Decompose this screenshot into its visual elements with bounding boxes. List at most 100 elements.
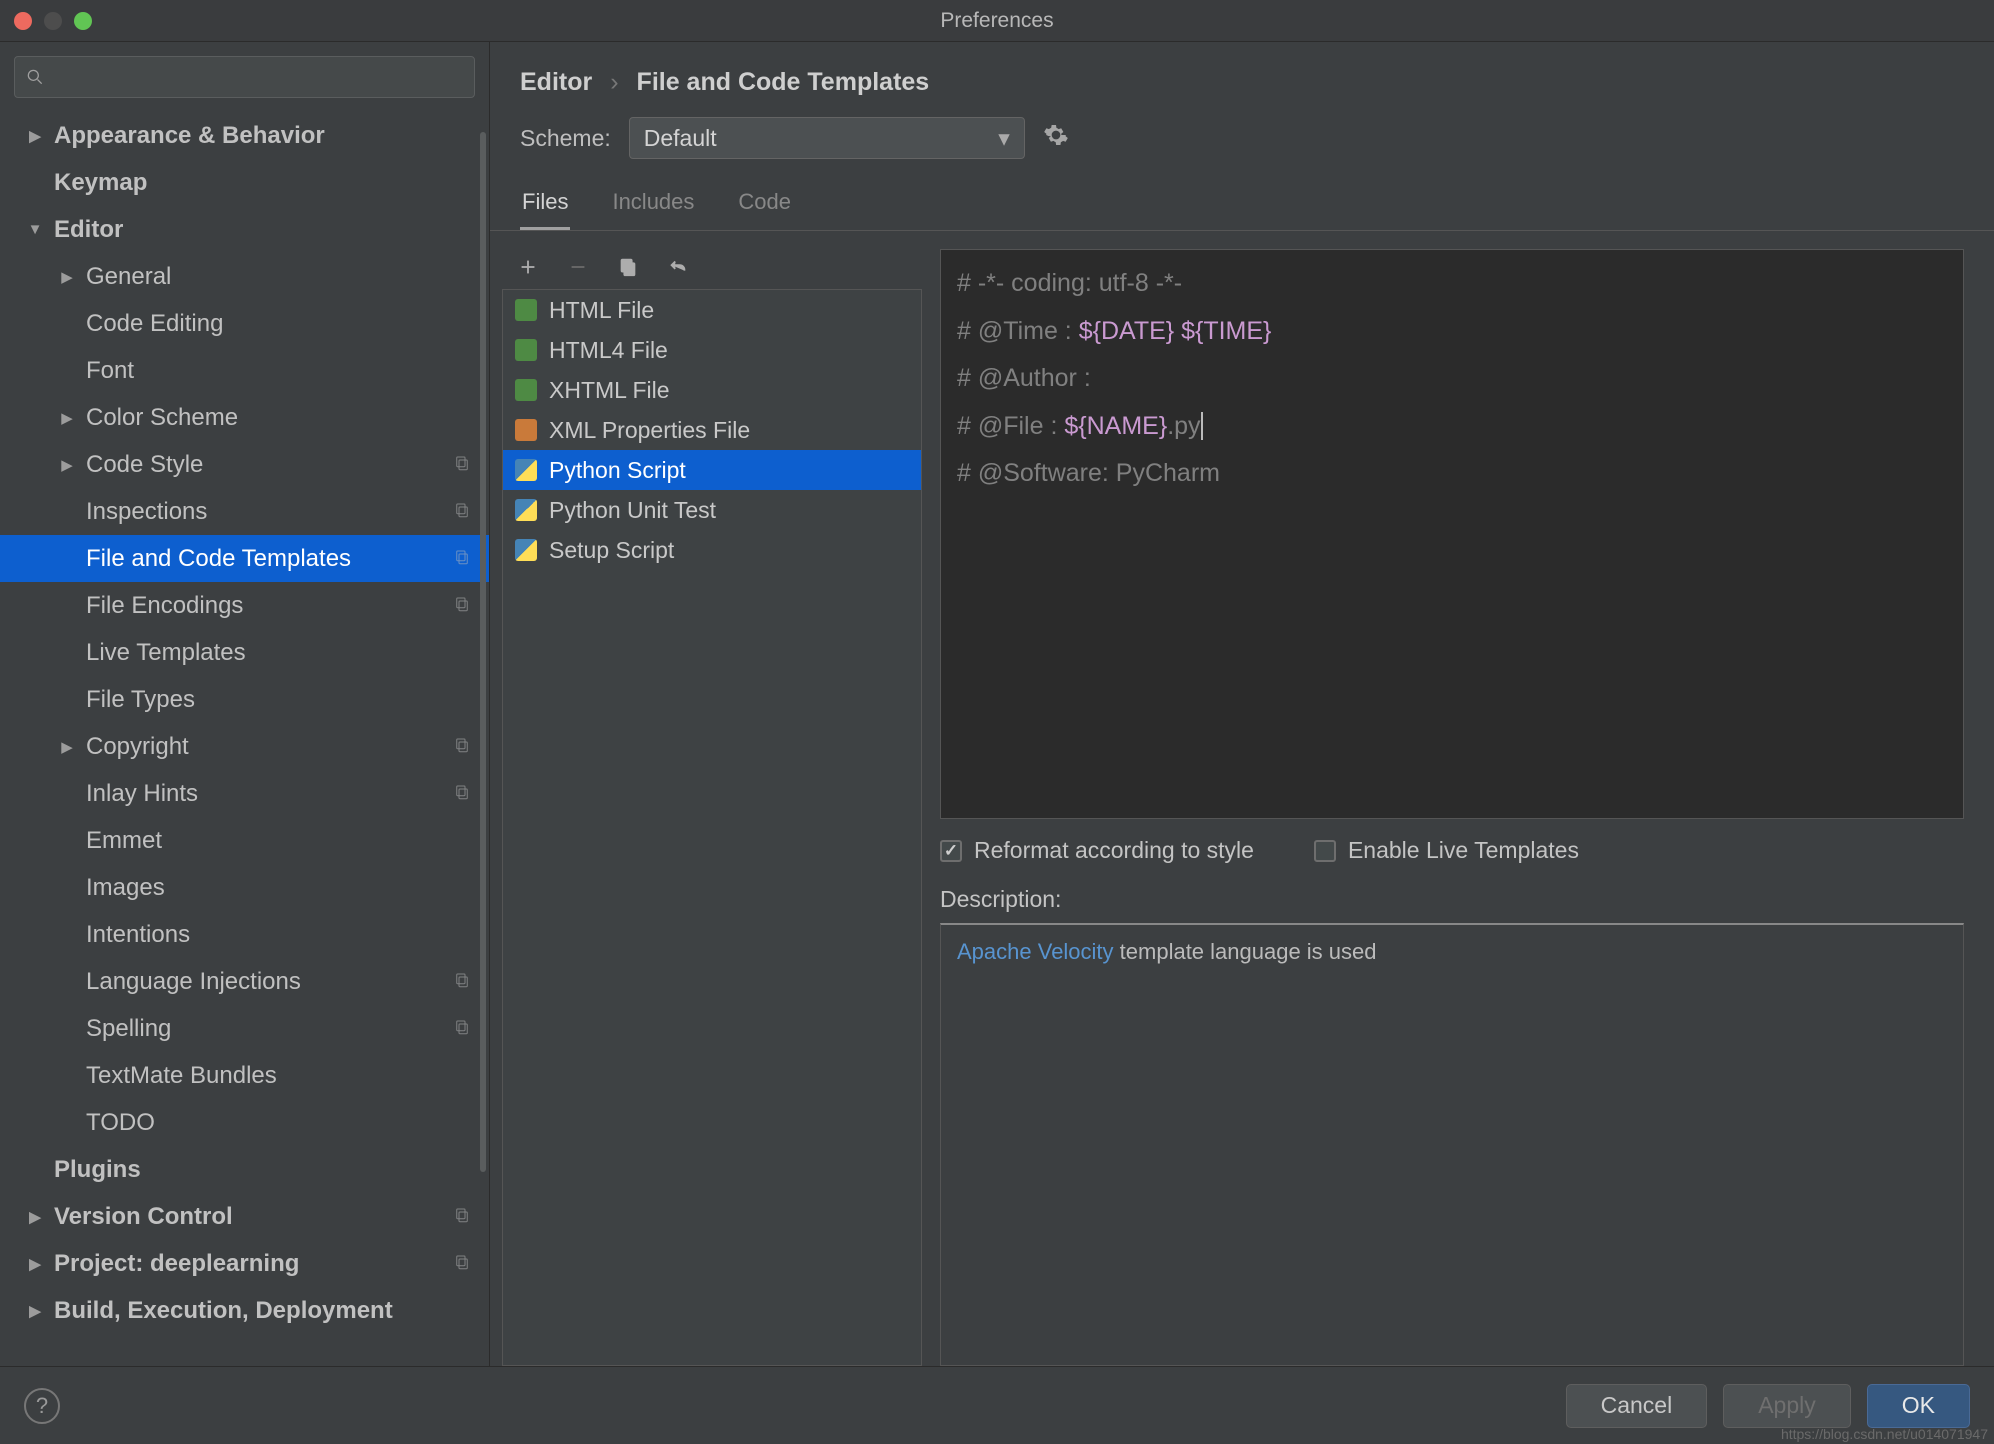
breadcrumb-root[interactable]: Editor xyxy=(520,68,592,97)
template-item-xml-properties-file[interactable]: XML Properties File xyxy=(503,410,921,450)
search-input[interactable] xyxy=(14,56,475,98)
template-editor[interactable]: # -*- coding: utf-8 -*-# @Time : ${DATE}… xyxy=(940,249,1964,819)
live-templates-checkbox[interactable]: Enable Live Templates xyxy=(1314,837,1579,864)
sidebar-item-file-types[interactable]: File Types xyxy=(0,676,489,723)
template-item-label: Python Unit Test xyxy=(549,497,716,524)
sidebar-item-version-control[interactable]: ▶Version Control xyxy=(0,1193,489,1240)
editor-line: # @File : ${NAME}.py xyxy=(957,403,1947,451)
remove-icon[interactable] xyxy=(566,255,590,279)
sidebar-item-language-injections[interactable]: Language Injections xyxy=(0,958,489,1005)
scope-icon xyxy=(453,545,471,573)
sidebar-item-textmate-bundles[interactable]: TextMate Bundles xyxy=(0,1052,489,1099)
sidebar-item-label: Plugins xyxy=(54,1156,141,1184)
tab-files[interactable]: Files xyxy=(520,189,570,230)
template-item-html-file[interactable]: HTML File xyxy=(503,290,921,330)
tab-includes[interactable]: Includes xyxy=(610,189,696,230)
sidebar-item-label: Spelling xyxy=(86,1015,171,1043)
reformat-checkbox[interactable]: Reformat according to style xyxy=(940,837,1254,864)
sidebar-item-intentions[interactable]: Intentions xyxy=(0,911,489,958)
scope-icon xyxy=(453,1250,471,1278)
scope-icon xyxy=(453,968,471,996)
sidebar-item-plugins[interactable]: Plugins xyxy=(0,1146,489,1193)
settings-tree[interactable]: ▶Appearance & BehaviorKeymap▼Editor▶Gene… xyxy=(0,112,489,1366)
sidebar-item-file-encodings[interactable]: File Encodings xyxy=(0,582,489,629)
cancel-button[interactable]: Cancel xyxy=(1566,1384,1708,1428)
sidebar-item-label: Appearance & Behavior xyxy=(54,122,325,150)
scope-icon xyxy=(453,1203,471,1231)
sidebar-item-code-style[interactable]: ▶Code Style xyxy=(0,441,489,488)
template-item-label: Python Script xyxy=(549,457,686,484)
template-item-setup-script[interactable]: Setup Script xyxy=(503,530,921,570)
sidebar-item-inspections[interactable]: Inspections xyxy=(0,488,489,535)
sidebar-item-label: Code Editing xyxy=(86,310,223,338)
live-templates-label: Enable Live Templates xyxy=(1348,837,1579,864)
chevron-right-icon: ▶ xyxy=(26,1208,44,1226)
description-box: Apache Velocity template language is use… xyxy=(940,923,1964,1366)
main-panel: Editor › File and Code Templates Scheme:… xyxy=(490,42,1994,1366)
py-file-icon xyxy=(515,459,537,481)
scheme-value: Default xyxy=(644,125,717,152)
copy-icon[interactable] xyxy=(616,255,640,279)
titlebar: Preferences xyxy=(0,0,1994,42)
sidebar-item-project-deeplearning[interactable]: ▶Project: deeplearning xyxy=(0,1240,489,1287)
template-item-python-unit-test[interactable]: Python Unit Test xyxy=(503,490,921,530)
template-item-html4-file[interactable]: HTML4 File xyxy=(503,330,921,370)
sidebar-item-label: Live Templates xyxy=(86,639,246,667)
html-file-icon xyxy=(515,379,537,401)
scheme-label: Scheme: xyxy=(520,125,611,152)
sidebar-item-images[interactable]: Images xyxy=(0,864,489,911)
sidebar-item-copyright[interactable]: ▶Copyright xyxy=(0,723,489,770)
sidebar-item-spelling[interactable]: Spelling xyxy=(0,1005,489,1052)
sidebar-item-label: Editor xyxy=(54,216,123,244)
sidebar-item-label: Inspections xyxy=(86,498,207,526)
sidebar-item-keymap[interactable]: Keymap xyxy=(0,159,489,206)
help-icon[interactable]: ? xyxy=(24,1388,60,1424)
sidebar-item-build-execution-deployment[interactable]: ▶Build, Execution, Deployment xyxy=(0,1287,489,1334)
template-item-label: Setup Script xyxy=(549,537,674,564)
html-file-icon xyxy=(515,299,537,321)
chevron-right-icon: ▶ xyxy=(58,456,76,474)
sidebar-item-label: File and Code Templates xyxy=(86,545,351,573)
apply-button[interactable]: Apply xyxy=(1723,1384,1851,1428)
template-toolbar xyxy=(502,249,922,289)
gear-icon[interactable] xyxy=(1043,122,1069,154)
tab-code[interactable]: Code xyxy=(736,189,793,230)
sidebar-item-font[interactable]: Font xyxy=(0,347,489,394)
py-file-icon xyxy=(515,499,537,521)
chevron-right-icon: ▶ xyxy=(58,738,76,756)
chevron-right-icon: ▶ xyxy=(26,1302,44,1320)
apache-velocity-link[interactable]: Apache Velocity xyxy=(957,939,1114,964)
scrollbar[interactable] xyxy=(480,132,486,1356)
window-title: Preferences xyxy=(0,9,1994,33)
scheme-dropdown[interactable]: Default ▾ xyxy=(629,117,1025,159)
template-list-panel: HTML FileHTML4 FileXHTML FileXML Propert… xyxy=(502,249,922,1366)
scope-icon xyxy=(453,780,471,808)
dialog-footer: ? Cancel Apply OK xyxy=(0,1366,1994,1444)
sidebar-item-live-templates[interactable]: Live Templates xyxy=(0,629,489,676)
sidebar-item-emmet[interactable]: Emmet xyxy=(0,817,489,864)
sidebar-item-code-editing[interactable]: Code Editing xyxy=(0,300,489,347)
template-file-list[interactable]: HTML FileHTML4 FileXHTML FileXML Propert… xyxy=(502,289,922,1366)
sidebar-item-label: Color Scheme xyxy=(86,404,238,432)
scope-icon xyxy=(453,1015,471,1043)
sidebar-item-color-scheme[interactable]: ▶Color Scheme xyxy=(0,394,489,441)
template-item-python-script[interactable]: Python Script xyxy=(503,450,921,490)
sidebar-item-file-and-code-templates[interactable]: File and Code Templates xyxy=(0,535,489,582)
add-icon[interactable] xyxy=(516,255,540,279)
sidebar-item-editor[interactable]: ▼Editor xyxy=(0,206,489,253)
editor-line: # @Time : ${DATE} ${TIME} xyxy=(957,308,1947,356)
editor-line: # -*- coding: utf-8 -*- xyxy=(957,260,1947,308)
sidebar-item-label: Images xyxy=(86,874,165,902)
template-item-xhtml-file[interactable]: XHTML File xyxy=(503,370,921,410)
sidebar-item-general[interactable]: ▶General xyxy=(0,253,489,300)
description-text: template language is used xyxy=(1114,939,1377,964)
preferences-sidebar: ▶Appearance & BehaviorKeymap▼Editor▶Gene… xyxy=(0,42,490,1366)
scope-icon xyxy=(453,733,471,761)
undo-icon[interactable] xyxy=(666,255,690,279)
sidebar-item-label: Intentions xyxy=(86,921,190,949)
sidebar-item-todo[interactable]: TODO xyxy=(0,1099,489,1146)
sidebar-item-appearance-behavior[interactable]: ▶Appearance & Behavior xyxy=(0,112,489,159)
ok-button[interactable]: OK xyxy=(1867,1384,1970,1428)
sidebar-item-label: Keymap xyxy=(54,169,147,197)
sidebar-item-inlay-hints[interactable]: Inlay Hints xyxy=(0,770,489,817)
